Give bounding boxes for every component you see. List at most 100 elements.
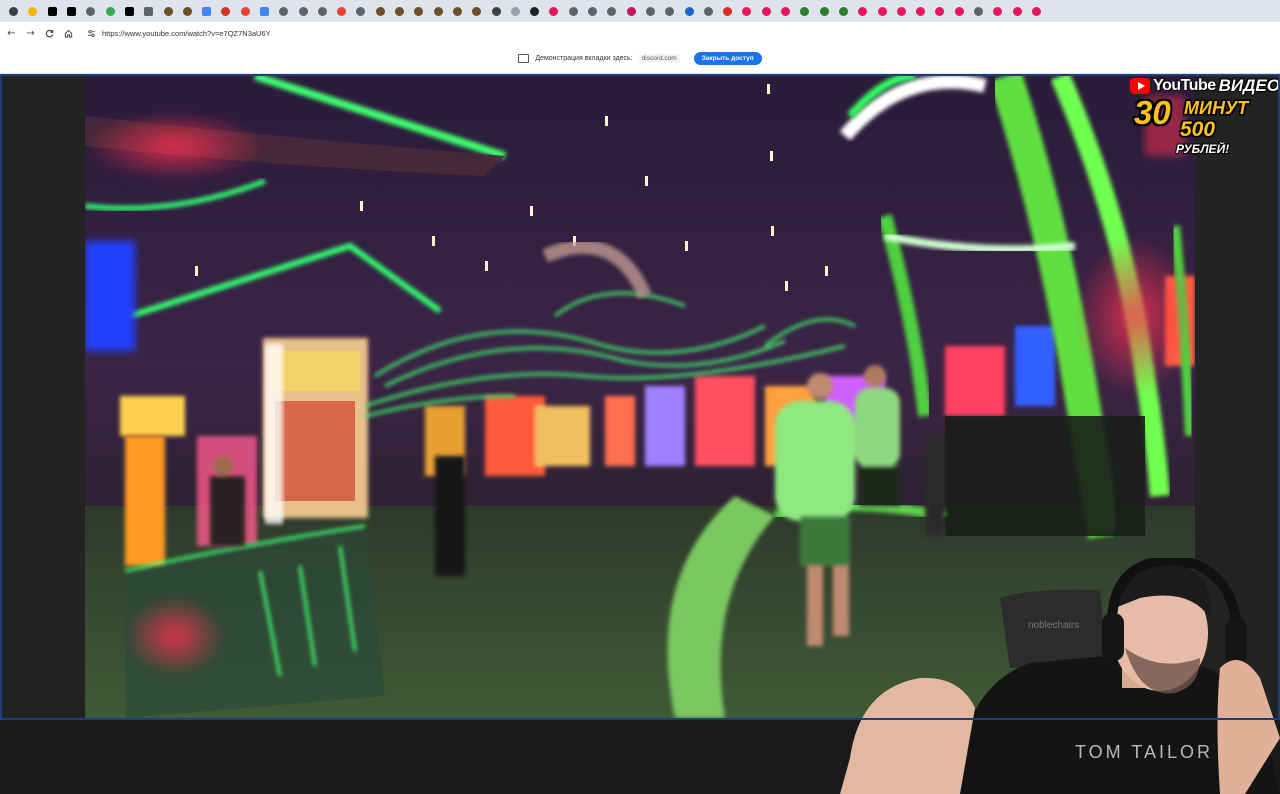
- tab-icon: [723, 6, 733, 16]
- gmail-icon: [144, 6, 154, 16]
- browser-tab[interactable]: [486, 0, 505, 22]
- tab-icon: [414, 6, 424, 16]
- tab-icon: [221, 6, 231, 16]
- browser-tab[interactable]: [853, 0, 872, 22]
- browser-tab[interactable]: [795, 0, 814, 22]
- tab-icon: [356, 6, 366, 16]
- browser-tab[interactable]: [544, 0, 563, 22]
- browser-tab[interactable]: [1027, 0, 1046, 22]
- browser-tab[interactable]: [236, 0, 255, 22]
- browser-tab[interactable]: [371, 0, 390, 22]
- browser-tab[interactable]: [313, 0, 332, 22]
- tab-icon: [588, 6, 598, 16]
- browser-tab[interactable]: [699, 0, 718, 22]
- browser-tab[interactable]: [4, 0, 23, 22]
- browser-tab[interactable]: [197, 0, 216, 22]
- browser-tab[interactable]: [448, 0, 467, 22]
- tab-icon: [568, 6, 578, 16]
- browser-tab[interactable]: [23, 0, 42, 22]
- browser-tab[interactable]: [429, 0, 448, 22]
- reload-button[interactable]: [40, 22, 59, 44]
- site-info-icon[interactable]: [86, 28, 96, 38]
- back-button[interactable]: ←: [2, 22, 21, 44]
- tab-icon: [182, 6, 192, 16]
- tab-icon: [665, 6, 675, 16]
- tab-icon: [954, 6, 964, 16]
- browser-tab[interactable]: [43, 0, 62, 22]
- browser-tab[interactable]: [776, 0, 795, 22]
- browser-tab[interactable]: [390, 0, 409, 22]
- browser-tab[interactable]: [814, 0, 833, 22]
- browser-tab[interactable]: [911, 0, 930, 22]
- browser-tab[interactable]: [139, 0, 158, 22]
- chair-brand-text: noblechairs: [1028, 620, 1079, 631]
- browser-tab[interactable]: [930, 0, 949, 22]
- browser-tab[interactable]: [158, 0, 177, 22]
- browser-tab[interactable]: [718, 0, 737, 22]
- browser-tab[interactable]: [583, 0, 602, 22]
- browser-tab[interactable]: [332, 0, 351, 22]
- browser-tab[interactable]: [255, 0, 274, 22]
- browser-tab[interactable]: [409, 0, 428, 22]
- promo-video-word: ВИДЕО: [1218, 76, 1280, 95]
- browser-tab[interactable]: [660, 0, 679, 22]
- browser-tab[interactable]: [641, 0, 660, 22]
- stop-sharing-button[interactable]: Закрыть доступ: [693, 52, 762, 65]
- tab-icon: [1031, 6, 1041, 16]
- tab-icon: [838, 6, 848, 16]
- tab-icon: [858, 6, 868, 16]
- browser-tab[interactable]: [216, 0, 235, 22]
- browser-tab[interactable]: [602, 0, 621, 22]
- tab-icon: [491, 6, 501, 16]
- forward-button[interactable]: →: [21, 22, 40, 44]
- browser-tab[interactable]: [834, 0, 853, 22]
- tab-icon: [549, 6, 559, 16]
- sharing-domain: discord.com: [638, 54, 680, 63]
- tab-icon: [240, 6, 250, 16]
- browser-tab[interactable]: [622, 0, 641, 22]
- browser-toolbar: ← → https://www.youtube.com/watch?v=e7QZ…: [0, 22, 1280, 44]
- google-icon: [260, 6, 269, 16]
- tab-icon: [703, 6, 713, 16]
- url-text[interactable]: https://www.youtube.com/watch?v=e7QZ7N3a…: [102, 29, 271, 38]
- screen-share-icon: [518, 54, 530, 63]
- browser-tab[interactable]: [757, 0, 776, 22]
- tab-icon: [28, 6, 38, 16]
- tab-icon: [395, 6, 405, 16]
- browser-tab[interactable]: [274, 0, 293, 22]
- browser-tab[interactable]: [293, 0, 312, 22]
- browser-tab[interactable]: [737, 0, 756, 22]
- tab-icon: [993, 6, 1003, 16]
- tab-icon: [279, 6, 289, 16]
- browser-tab[interactable]: [872, 0, 891, 22]
- tab-icon: [433, 6, 443, 16]
- tab-icon: [1012, 6, 1022, 16]
- tab-icon: [684, 6, 694, 16]
- tab-icon: [375, 6, 385, 16]
- browser-tab[interactable]: [506, 0, 525, 22]
- browser-tab[interactable]: [1007, 0, 1026, 22]
- tab-icon: [105, 6, 115, 16]
- browser-tab[interactable]: [351, 0, 370, 22]
- browser-tab[interactable]: [988, 0, 1007, 22]
- browser-tab[interactable]: [950, 0, 969, 22]
- youtube-logo-icon: [1130, 78, 1151, 94]
- tab-icon: [742, 6, 752, 16]
- tab-icon: [298, 6, 308, 16]
- browser-tab[interactable]: [969, 0, 988, 22]
- browser-tab[interactable]: [679, 0, 698, 22]
- browser-tab[interactable]: [467, 0, 486, 22]
- browser-tab[interactable]: [100, 0, 119, 22]
- browser-tab[interactable]: [525, 0, 544, 22]
- browser-tab[interactable]: [892, 0, 911, 22]
- promo-minutes-number: 30: [1134, 94, 1171, 131]
- home-button[interactable]: [59, 22, 78, 44]
- browser-tab[interactable]: [81, 0, 100, 22]
- browser-tab[interactable]: [178, 0, 197, 22]
- browser-tab[interactable]: [120, 0, 139, 22]
- sharing-label: Демонстрация вкладки здесь:: [535, 55, 633, 62]
- shirt-brand-text: TOM TAILOR: [1075, 742, 1213, 762]
- browser-tab[interactable]: [62, 0, 81, 22]
- browser-tab[interactable]: [564, 0, 583, 22]
- address-bar[interactable]: https://www.youtube.com/watch?v=e7QZ7N3a…: [82, 25, 1182, 41]
